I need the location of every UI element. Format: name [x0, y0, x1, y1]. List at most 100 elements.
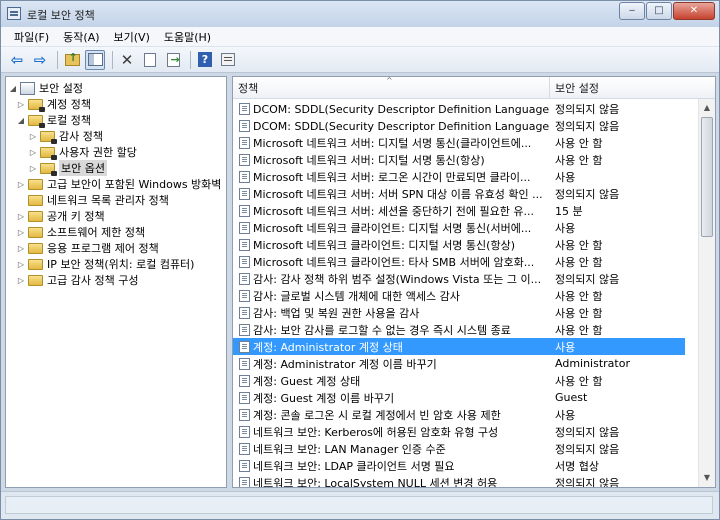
vertical-scrollbar[interactable]: ▲ ▼: [698, 99, 715, 487]
policy-row[interactable]: Microsoft 네트워크 서버: 로그온 시간이 만료되면 클라이... 사용: [233, 168, 715, 185]
close-button[interactable]: ✕: [673, 2, 715, 20]
tree-item-local-policies[interactable]: ◢ 로컬 정책: [16, 112, 91, 128]
menu-file[interactable]: 파일(F): [7, 29, 56, 45]
app-icon: [7, 7, 21, 20]
policy-setting-icon: [239, 374, 250, 387]
collapse-icon[interactable]: ◢: [16, 116, 26, 125]
policy-row[interactable]: 네트워크 보안: LocalSystem NULL 세션 변경 허용 정의되지 않…: [233, 474, 715, 487]
tree-item-label: 응용 프로그램 제어 정책: [47, 242, 159, 255]
expand-icon[interactable]: ▷: [16, 276, 26, 285]
menu-help[interactable]: 도움말(H): [157, 29, 218, 45]
policy-row[interactable]: DCOM: SDDL(Security Descriptor Definitio…: [233, 117, 715, 134]
export-list-button[interactable]: [163, 50, 183, 70]
policy-setting-icon: [239, 323, 250, 336]
scroll-thumb[interactable]: [701, 117, 713, 237]
policy-row[interactable]: Microsoft 네트워크 서버: 디지털 서명 통신(클라이언트에... 사용…: [233, 134, 715, 151]
delete-button[interactable]: ✕: [117, 50, 137, 70]
policy-row[interactable]: Microsoft 네트워크 서버: 세션을 중단하기 전에 필요한 유... 1…: [233, 202, 715, 219]
policy-row[interactable]: Microsoft 네트워크 서버: 서버 SPN 대상 이름 유효성 확인 .…: [233, 185, 715, 202]
tree-item-security-settings[interactable]: ◢ 보안 설정: [8, 80, 83, 96]
policy-row[interactable]: Microsoft 네트워크 서버: 디지털 서명 통신(항상) 사용 안 함: [233, 151, 715, 168]
title-bar[interactable]: 로컬 보안 정책 ‒ □ ✕: [1, 1, 719, 27]
policy-row[interactable]: 네트워크 보안: Kerberos에 허용된 암호화 유형 구성 정의되지 않음: [233, 423, 715, 440]
policy-row[interactable]: 감사: 감사 정책 하위 범주 설정(Windows Vista 또는 그 이.…: [233, 270, 715, 287]
tree-item-public-key-policies[interactable]: ▷ 공개 키 정책: [16, 208, 105, 224]
column-header-policy[interactable]: 정책 ^: [233, 77, 550, 99]
show-tree-icon: [87, 53, 103, 66]
maximize-button[interactable]: □: [646, 2, 672, 20]
tree-item-ip-security[interactable]: ▷ IP 보안 정책(위치: 로컬 컴퓨터): [16, 256, 195, 272]
policy-row[interactable]: Microsoft 네트워크 클라이언트: 디지털 서명 통신(항상) 사용 안 …: [233, 236, 715, 253]
expand-icon[interactable]: ▷: [16, 100, 26, 109]
expand-icon[interactable]: ▷: [16, 228, 26, 237]
policy-setting-icon: [239, 459, 250, 472]
security-setting-value: 사용 안 함: [555, 323, 603, 337]
menu-bar: 파일(F) 동작(A) 보기(V) 도움말(H): [1, 27, 719, 47]
policy-row[interactable]: 계정: Guest 계정 이름 바꾸기 Guest: [233, 389, 715, 406]
collapse-icon[interactable]: ◢: [8, 84, 18, 93]
console-tree: ◢ 보안 설정 ▷ 계정 정책 ◢ 로컬 정책 ▷ 감사 정책 ▷ 사용자 권한…: [5, 76, 227, 488]
tree-item-account-policies[interactable]: ▷ 계정 정책: [16, 96, 91, 112]
tree-item-label: 소프트웨어 제한 정책: [47, 226, 146, 239]
window-controls: ‒ □ ✕: [618, 2, 715, 20]
column-header-label: 정책: [238, 82, 259, 95]
policy-setting-icon: [239, 136, 250, 149]
policy-setting-icon: [239, 272, 250, 285]
tree-item-network-list-manager[interactable]: 네트워크 목록 관리자 정책: [16, 192, 169, 208]
security-settings-icon: [20, 81, 35, 95]
policy-row[interactable]: 계정: Administrator 계정 상태 사용: [233, 338, 715, 355]
tree-item-software-restriction[interactable]: ▷ 소프트웨어 제한 정책: [16, 224, 145, 240]
folder-icon: [28, 210, 43, 222]
minimize-button[interactable]: ‒: [619, 2, 645, 20]
policy-name: Microsoft 네트워크 서버: 세션을 중단하기 전에 필요한 유...: [253, 204, 535, 218]
up-one-level-button[interactable]: [62, 50, 82, 70]
policy-name: 네트워크 보안: LDAP 클라이언트 서명 필요: [253, 459, 455, 473]
security-setting-value: 사용 안 함: [555, 153, 603, 167]
policy-setting-icon: [239, 204, 250, 217]
tree-item-label: 로컬 정책: [47, 114, 91, 127]
tree-item-advanced-audit[interactable]: ▷ 고급 감사 정책 구성: [16, 272, 139, 288]
expand-icon[interactable]: ▷: [16, 212, 26, 221]
expand-icon[interactable]: ▷: [16, 260, 26, 269]
policy-folder-icon: [40, 146, 57, 160]
forward-button[interactable]: ⇨: [30, 50, 50, 70]
show-hide-tree-button[interactable]: [85, 49, 105, 70]
policy-name: 계정: Administrator 계정 상태: [253, 340, 403, 354]
policy-row[interactable]: 계정: Guest 계정 상태 사용 안 함: [233, 372, 715, 389]
expand-icon[interactable]: ▷: [28, 132, 38, 141]
tree-item-windows-firewall[interactable]: ▷ 고급 보안이 포함된 Windows 방화벽: [16, 176, 222, 192]
scroll-down-button[interactable]: ▼: [700, 470, 714, 486]
policy-row[interactable]: 계정: Administrator 계정 이름 바꾸기 Administrator: [233, 355, 715, 372]
menu-view[interactable]: 보기(V): [107, 29, 157, 45]
expand-icon[interactable]: ▷: [28, 148, 38, 157]
menu-action[interactable]: 동작(A): [56, 29, 106, 45]
column-header-security-setting[interactable]: 보안 설정: [550, 77, 715, 99]
security-setting-value: 정의되지 않음: [555, 272, 620, 286]
expand-icon[interactable]: ▷: [16, 244, 26, 253]
policy-row[interactable]: 계정: 콘솔 로그온 시 로컬 계정에서 빈 암호 사용 제한 사용: [233, 406, 715, 423]
policy-name: 계정: Guest 계정 상태: [253, 374, 361, 388]
security-setting-value: 사용 안 함: [555, 289, 603, 303]
delete-icon: ✕: [120, 50, 134, 69]
policy-setting-icon: [239, 306, 250, 319]
policy-row[interactable]: 감사: 글로벌 시스템 개체에 대한 액세스 감사 사용 안 함: [233, 287, 715, 304]
help-button[interactable]: ?: [195, 50, 215, 70]
policy-row[interactable]: 네트워크 보안: LDAP 클라이언트 서명 필요 서명 협상: [233, 457, 715, 474]
policy-setting-icon: [239, 289, 250, 302]
policy-row[interactable]: Microsoft 네트워크 클라이언트: 타사 SMB 서버에 암호화... 사…: [233, 253, 715, 270]
tree-item-application-control[interactable]: ▷ 응용 프로그램 제어 정책: [16, 240, 159, 256]
tree-item-security-options[interactable]: ▷ 보안 옵션: [28, 160, 107, 176]
properties-button[interactable]: [140, 50, 160, 70]
policy-row[interactable]: 감사: 보안 감사를 로그할 수 없는 경우 즉시 시스템 종료 사용 안 함: [233, 321, 715, 338]
view-button[interactable]: [218, 50, 238, 70]
policy-row[interactable]: 감사: 백업 및 복원 권한 사용을 감사 사용 안 함: [233, 304, 715, 321]
scroll-up-button[interactable]: ▲: [700, 100, 714, 116]
tree-item-user-rights-assignment[interactable]: ▷ 사용자 권한 할당: [28, 144, 137, 160]
policy-row[interactable]: Microsoft 네트워크 클라이언트: 디지털 서명 통신(서버에... 사용: [233, 219, 715, 236]
tree-item-audit-policy[interactable]: ▷ 감사 정책: [28, 128, 103, 144]
back-button[interactable]: ⇦: [7, 50, 27, 70]
policy-row[interactable]: DCOM: SDDL(Security Descriptor Definitio…: [233, 100, 715, 117]
policy-row[interactable]: 네트워크 보안: LAN Manager 인증 수준 정의되지 않음: [233, 440, 715, 457]
expand-icon[interactable]: ▷: [16, 180, 26, 189]
expand-icon[interactable]: ▷: [28, 164, 38, 173]
